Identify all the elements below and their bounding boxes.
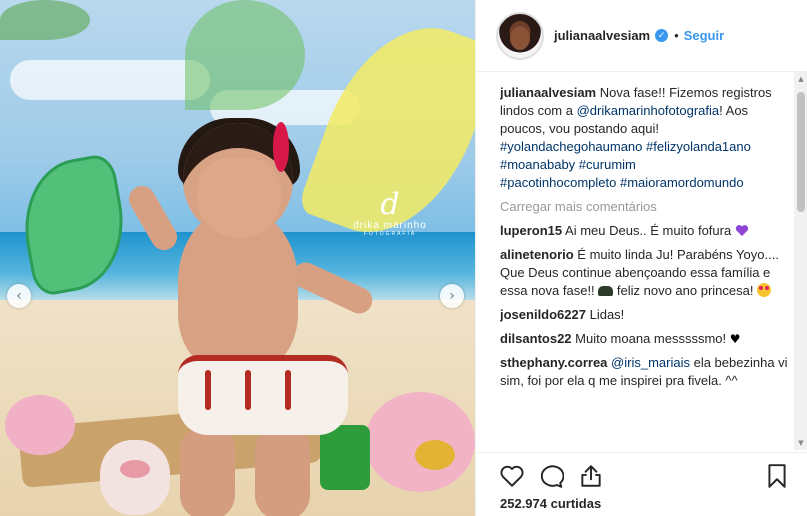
follow-button[interactable]: Seguir	[684, 28, 724, 43]
post-caption: julianaalvesiam Nova fase!! Fizemos regi…	[500, 84, 792, 192]
baby-leg	[180, 425, 235, 516]
comment: sthephany.correa @iris_mariais ela bebez…	[500, 354, 792, 390]
watermark-sub: FOTOGRAFIA	[363, 231, 417, 237]
skirt-pattern	[205, 370, 211, 410]
verified-badge-icon: ✓	[655, 29, 669, 42]
share-icon[interactable]	[578, 463, 604, 489]
load-more-comments[interactable]: Carregar mais comentários	[500, 198, 792, 216]
post-photo[interactable]: d drika marinho FOTOGRAFIA ‹ ›	[0, 0, 475, 516]
comment-username[interactable]: alinetenorio	[500, 247, 574, 262]
comment: josenildo6227 Lidas!	[500, 306, 792, 324]
likes-count[interactable]: 252.974 curtidas	[500, 496, 601, 511]
comment-text: Ai meu Deus.. É muito fofura	[562, 223, 735, 238]
hashtag[interactable]: #curumim	[579, 157, 636, 172]
decor-pink-flower	[5, 395, 75, 455]
decor-leaves	[0, 0, 90, 40]
hashtag[interactable]: #yolandachegohaumano	[500, 139, 642, 154]
photographer-watermark: d drika marinho FOTOGRAFIA	[330, 187, 450, 238]
carousel-prev-button[interactable]: ‹	[7, 284, 31, 308]
comment: luperon15 Ai meu Deus.. É muito fofura	[500, 222, 792, 240]
decor-pink-flower	[365, 392, 475, 492]
watermark-name: drika marinho	[353, 220, 427, 231]
comment: dilsantos22 Muito moana messsssmo! ♥	[500, 330, 792, 348]
chevron-left-icon: ‹	[16, 288, 22, 304]
car-emoji-icon	[598, 286, 614, 296]
baby-face	[197, 158, 281, 238]
caption-mention[interactable]: @drikamarinhofotografia	[577, 103, 720, 118]
baby-skirt	[178, 355, 348, 435]
chevron-right-icon: ›	[449, 288, 455, 304]
baby-leg	[255, 425, 310, 516]
caption-username[interactable]: julianaalvesiam	[500, 85, 596, 100]
comments-list: julianaalvesiam Nova fase!! Fizemos regi…	[500, 84, 792, 450]
comment-username[interactable]: sthephany.correa	[500, 355, 607, 370]
hashtag[interactable]: #maioramordomundo	[620, 175, 744, 190]
skirt-pattern	[245, 370, 251, 410]
toy-pig-nose	[120, 460, 150, 478]
comments-scrollbar[interactable]: ▲ ▼	[794, 72, 807, 450]
separator-dot: •	[674, 28, 679, 43]
hashtag[interactable]: #moanababy	[500, 157, 575, 172]
hashtag[interactable]: #felizyolanda1ano	[646, 139, 751, 154]
hair-flower	[273, 122, 289, 172]
comment-username[interactable]: dilsantos22	[500, 331, 572, 346]
carousel-next-button[interactable]: ›	[440, 284, 464, 308]
decor-green-cup	[320, 425, 370, 490]
header-username[interactable]: julianaalvesiam	[554, 28, 650, 43]
watermark-script: d	[380, 187, 400, 222]
comment-text: Lidas!	[585, 307, 625, 322]
scroll-up-arrow-icon[interactable]: ▲	[794, 72, 807, 86]
heart-eyes-emoji-icon	[757, 283, 772, 297]
post-header: julianaalvesiam ✓ • Seguir	[476, 0, 807, 72]
comment: alinetenorio É muito linda Ju! Parabéns …	[500, 246, 792, 300]
decor-flower-center	[415, 440, 455, 470]
comment-username[interactable]: josenildo6227	[500, 307, 586, 322]
cloud	[10, 60, 210, 100]
comment-mention[interactable]: @iris_mariais	[611, 355, 690, 370]
hashtag[interactable]: #pacotinhocompleto	[500, 175, 616, 190]
purple-heart-icon	[735, 225, 748, 236]
bookmark-icon[interactable]	[764, 463, 790, 489]
comment-text: feliz novo ano princesa!	[613, 283, 758, 298]
scroll-thumb[interactable]	[797, 92, 805, 212]
action-bar	[476, 452, 807, 492]
skirt-pattern	[285, 370, 291, 410]
comment-username[interactable]: luperon15	[500, 223, 562, 238]
heart-outline-icon[interactable]	[499, 463, 525, 489]
avatar[interactable]	[496, 11, 544, 60]
comment-text: Muito moana messsssmo!	[571, 331, 730, 346]
black-heart-icon: ♥	[729, 332, 741, 346]
scroll-down-arrow-icon[interactable]: ▼	[794, 436, 807, 450]
comment-bubble-icon[interactable]	[538, 463, 564, 489]
decor-leaves	[185, 0, 305, 110]
post-panel: julianaalvesiam ✓ • Seguir julianaalvesi…	[475, 0, 807, 516]
